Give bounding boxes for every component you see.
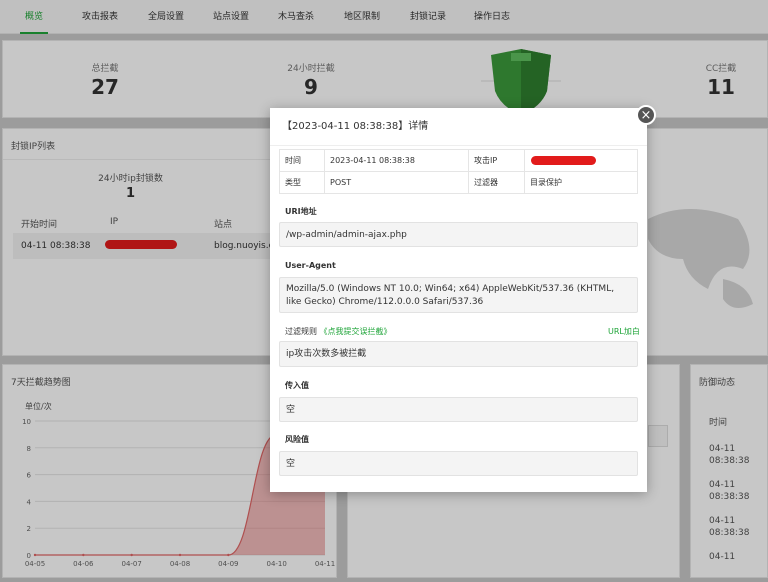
user-agent-value: Mozilla/5.0 (Windows NT 10.0; Win64; x64… — [279, 277, 638, 313]
user-agent-label: User-Agent — [285, 261, 336, 270]
incoming-value: 空 — [279, 397, 638, 422]
type-value: POST — [324, 171, 469, 194]
report-false-positive-link[interactable]: 《点我提交误拦截》 — [320, 327, 392, 336]
attack-ip-value — [524, 149, 638, 172]
uri-label: URI地址 — [285, 207, 317, 216]
type-label: 类型 — [279, 171, 325, 194]
rule-value: ip攻击次数多被拦截 — [279, 341, 638, 367]
filter-label: 过滤器 — [468, 171, 525, 194]
risk-value: 空 — [279, 451, 638, 476]
incoming-label: 传入值 — [285, 381, 309, 390]
close-button[interactable]: × — [636, 105, 656, 125]
risk-label: 风险值 — [285, 435, 309, 444]
url-whitelist-link[interactable]: URL加白 — [608, 326, 640, 337]
redacted-attack-ip — [531, 156, 596, 165]
rule-label: 过滤规则 《点我提交误拦截》 — [285, 326, 392, 337]
modal-title: 【2023-04-11 08:38:38】详情 — [270, 108, 647, 146]
filter-value: 目录保护 — [524, 171, 638, 194]
detail-info-table: 时间 2023-04-11 08:38:38 攻击IP 类型 POST 过滤器 … — [279, 149, 638, 194]
uri-value: /wp-admin/admin-ajax.php — [279, 222, 638, 247]
attack-ip-label: 攻击IP — [468, 149, 525, 172]
detail-modal: 【2023-04-11 08:38:38】详情 时间 2023-04-11 08… — [270, 108, 647, 492]
time-label: 时间 — [279, 149, 325, 172]
rule-label-text: 过滤规则 — [285, 327, 317, 336]
time-value: 2023-04-11 08:38:38 — [324, 149, 469, 172]
